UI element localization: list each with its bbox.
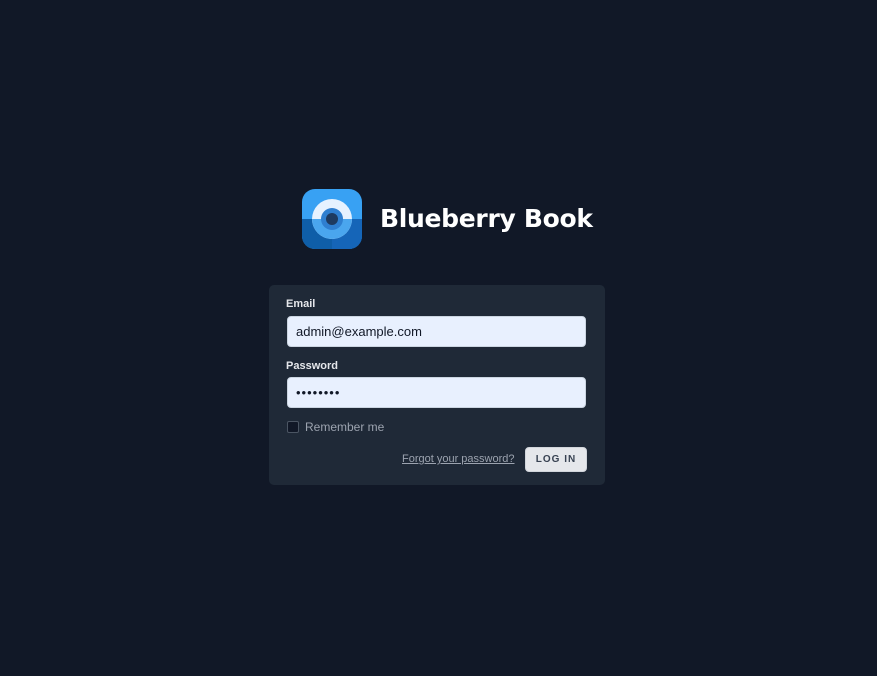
forgot-password-link[interactable]: Forgot your password? <box>402 454 515 465</box>
brand-header: Blueberry Book <box>302 189 593 249</box>
email-label: Email <box>286 298 316 310</box>
email-field[interactable] <box>287 316 586 347</box>
password-field[interactable] <box>287 377 586 408</box>
remember-me-label[interactable]: Remember me <box>305 421 384 433</box>
login-card: Email Password Remember me Forgot your p… <box>269 285 605 485</box>
remember-me-checkbox[interactable] <box>287 421 299 433</box>
login-page: Blueberry Book Email Password Remember m… <box>0 0 877 676</box>
password-label: Password <box>286 360 338 372</box>
blueberry-logo-icon <box>302 189 362 249</box>
brand-name: Blueberry Book <box>380 203 593 233</box>
remember-me[interactable]: Remember me <box>287 421 384 433</box>
login-button[interactable]: LOG IN <box>525 447 587 472</box>
